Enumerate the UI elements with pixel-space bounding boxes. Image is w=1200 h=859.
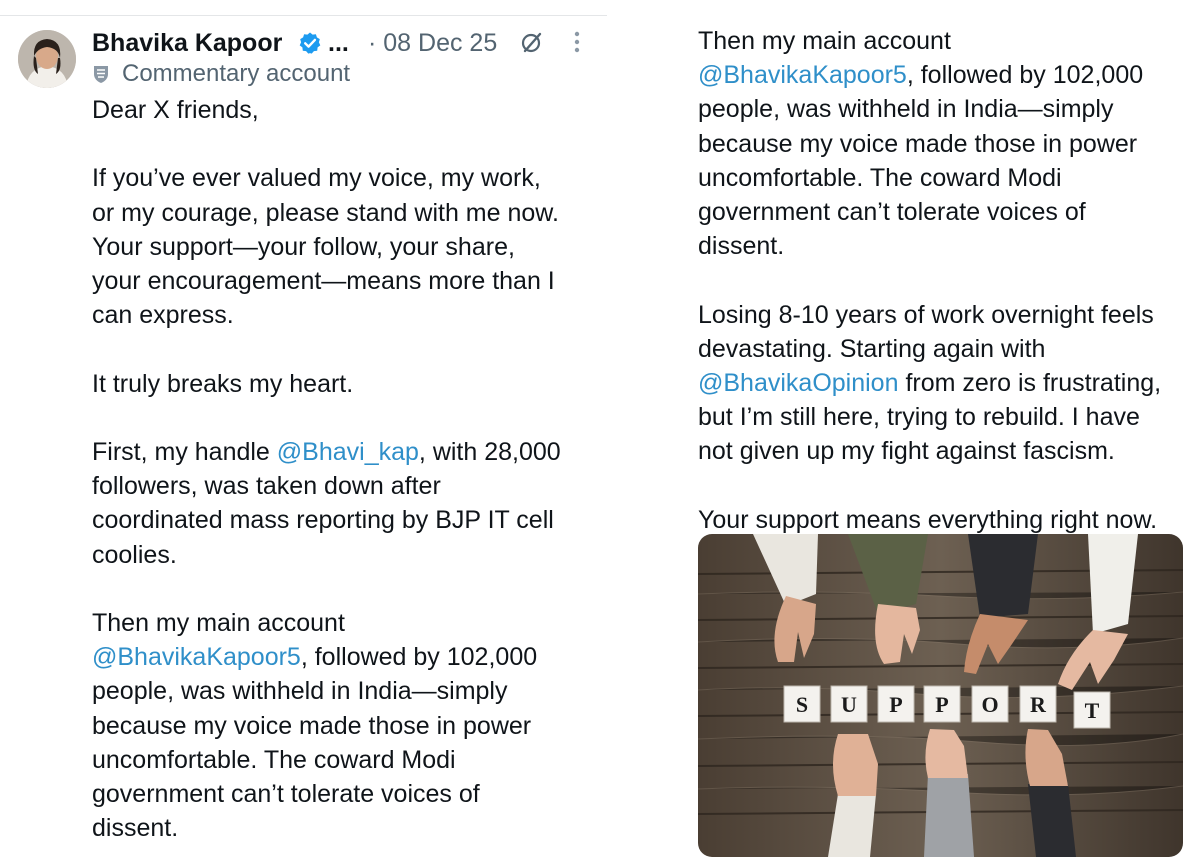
text-line: Your support means everything right now. [698,505,1158,534]
letter-tile-label: R [1030,692,1047,717]
letter-tile-label: T [1085,698,1100,723]
text-line: government can’t tolerate voices of [698,198,1086,227]
text-line: your encouragement—means more than I [92,267,555,295]
text-line: because my voice made those in power [92,711,532,740]
text-line: followers, was taken down after [92,472,441,501]
text-line: Losing 8-10 years of work overnight feel… [698,300,1154,329]
letter-tile-label: O [981,692,998,717]
text-after-mention: from zero is frustrating, [898,369,1162,398]
text-line: dissent. [92,814,179,843]
text-before-mention: First, my handle [92,437,277,466]
letter-tile-label: P [889,692,902,717]
text-line: people, was withheld in India—simply [92,677,508,706]
sleeve-3 [968,534,1038,618]
text-line: uncomfortable. The coward Modi [92,745,456,774]
letter-tile-label: U [841,692,857,717]
text-line: can express. [92,301,234,330]
letter-tile-label: P [935,692,948,717]
text-line: but I’m still here, trying to rebuild. I… [698,403,1140,432]
mention-link[interactable]: @BhavikaOpinion [698,369,899,397]
text-line: Dear X friends, [92,96,259,124]
support-photo: SUPPORT [698,534,1183,857]
text-after-mention: , followed by 102,000 [300,643,538,672]
text-line-with-mention: @BhavikaOpinion from zero is frustrating… [698,366,1161,400]
text-line-with-mention: @BhavikaKapoor5, followed by 102,000 [92,640,561,674]
name-ellipsis: ... [328,29,349,57]
commentary-label-icon [94,66,108,83]
text-line: because my voice made those in power [698,129,1138,158]
text-line: Your support—your follow, your share, [92,232,515,261]
text-line: coolies. [92,540,177,569]
text-after-mention: , with 28,000 [418,437,561,466]
text-line: Then my main account [698,27,951,55]
text-line: If you’ve ever valued my voice, my work, [92,164,541,193]
post-header: Bhavika Kapoor ... · 08 Dec 25 [92,26,592,60]
mention-link[interactable]: @BhavikaKapoor5 [92,643,301,671]
text-line: government can’t tolerate voices of [92,780,480,808]
mention-link[interactable]: @BhavikaKapoor5 [698,61,907,89]
grok-icon[interactable] [520,30,544,54]
text-line: coordinated mass reporting by BJP IT cel… [92,506,554,535]
account-label-text: Commentary account [122,60,351,87]
text-line: Then my main account [92,608,345,637]
text-line-with-mention: First, my handle @Bhavi_kap, with 28,000 [92,435,561,469]
avatar[interactable] [18,30,76,88]
text-line: dissent. [698,232,785,261]
text-line: people, was withheld in India—simply [698,95,1114,124]
text-line: devastating. Starting again with [698,334,1046,363]
top-divider [0,15,607,16]
text-line: uncomfortable. The coward Modi [698,163,1062,192]
sleeve-7 [1028,784,1076,857]
text-line-with-mention: @BhavikaKapoor5, followed by 102,000 [698,58,1161,92]
avatar-photo [18,30,76,88]
text-line: not given up my fight against fascism. [698,437,1115,466]
text-line: It truly breaks my heart. [92,369,354,398]
post-date[interactable]: · 08 Dec 25 [368,26,497,60]
post-text-left: Dear X friends, If you’ve ever valued my … [92,93,561,845]
text-after-mention: , followed by 102,000 [906,61,1144,90]
author-name[interactable]: Bhavika Kapoor [92,26,282,60]
more-options-icon[interactable] [574,28,580,56]
support-image[interactable]: SUPPORT [698,534,1183,857]
post-text-right: Then my main account @BhavikaKapoor5, fol… [698,24,1161,537]
text-line: or my courage, please stand with me now. [92,198,559,227]
verified-badge-icon[interactable] [298,31,322,55]
mention-link[interactable]: @Bhavi_kap [277,438,419,466]
letter-tile-label: S [796,692,808,717]
sleeve-6 [924,774,974,857]
